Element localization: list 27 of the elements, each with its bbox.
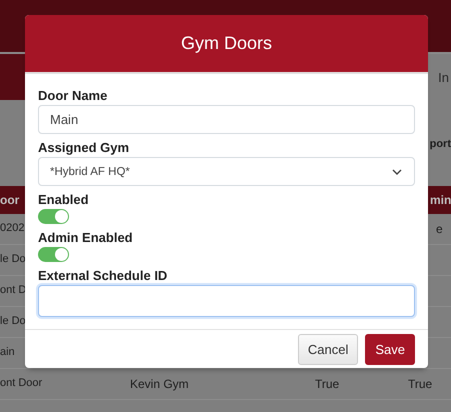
toggle-switch[interactable] — [38, 247, 69, 262]
field-label: External Schedule ID — [38, 268, 168, 283]
nav-link[interactable]: In — [438, 70, 451, 84]
filter-label: port — [430, 138, 451, 150]
table-cell: Kevin Gym — [130, 377, 189, 391]
input-field[interactable] — [38, 285, 415, 317]
table-cell: ont Door — [0, 377, 42, 389]
table-cell: True — [408, 377, 432, 391]
table-cell: le Do — [0, 315, 26, 327]
dialog-title: Gym Doors — [180, 33, 272, 54]
table-cell: le Do — [0, 253, 26, 265]
dropdown[interactable]: *Hybrid AF HQ* — [38, 157, 415, 186]
table-cell: ain — [0, 346, 15, 358]
toggle-switch[interactable] — [38, 209, 69, 224]
column-header: oor — [0, 193, 20, 207]
field-label: Door Name — [38, 88, 108, 103]
cancel-button[interactable]: Cancel — [298, 334, 358, 364]
table-cell: e — [436, 222, 443, 236]
save-button[interactable]: Save — [365, 334, 415, 364]
field-label: Assigned Gym — [38, 140, 130, 155]
column-header: min — [430, 193, 451, 207]
table-cell: 0202 — [0, 222, 24, 234]
field-label: Enabled — [38, 192, 89, 207]
input-field[interactable]: Main — [38, 105, 415, 134]
field-label: Admin Enabled — [38, 230, 133, 245]
table-cell: True — [315, 377, 340, 391]
chevron-down-icon — [391, 168, 403, 176]
